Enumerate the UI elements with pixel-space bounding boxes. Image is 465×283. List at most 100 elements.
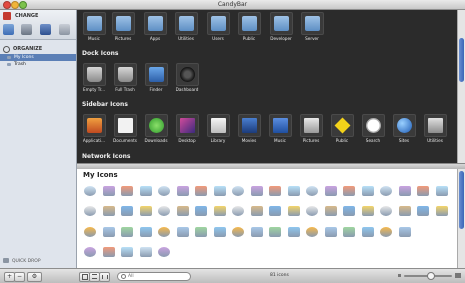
user-icon-thumbnail[interactable]: [84, 227, 96, 237]
user-icon-thumbnail[interactable]: [139, 227, 152, 237]
icon-tile-empty-trash[interactable]: [83, 63, 106, 86]
user-icon-thumbnail[interactable]: [324, 186, 337, 196]
user-icon-thumbnail[interactable]: [84, 247, 96, 257]
my-icons-scrollbar[interactable]: [457, 169, 465, 268]
user-icon-thumbnail[interactable]: [139, 247, 152, 257]
user-icon-thumbnail[interactable]: [195, 186, 207, 196]
sidebar-item-my-icons[interactable]: My Icons: [0, 54, 76, 61]
column-view-button[interactable]: [99, 272, 110, 282]
user-icon-thumbnail[interactable]: [250, 186, 263, 196]
user-icon-thumbnail[interactable]: [213, 227, 226, 237]
sidebar-item-trash[interactable]: Trash: [0, 61, 76, 68]
icon-tile-desktop[interactable]: [176, 114, 199, 137]
document-tool-icon[interactable]: [59, 24, 70, 35]
user-icon-thumbnail[interactable]: [324, 227, 337, 237]
user-icon-thumbnail[interactable]: [306, 186, 318, 196]
user-icon-thumbnail[interactable]: [195, 206, 207, 216]
icon-tile-downloads[interactable]: [145, 114, 168, 137]
user-icon-thumbnail[interactable]: [102, 247, 115, 257]
user-icon-thumbnail[interactable]: [102, 227, 115, 237]
user-icon-thumbnail[interactable]: [121, 186, 133, 196]
user-icon-thumbnail[interactable]: [121, 247, 133, 257]
user-icon-thumbnail[interactable]: [158, 206, 170, 216]
icon-tile-applications[interactable]: [83, 114, 106, 137]
icon-tile-utilities-sidebar[interactable]: [424, 114, 447, 137]
icon-tile-pictures-sidebar[interactable]: [300, 114, 323, 137]
user-icon-thumbnail[interactable]: [158, 247, 170, 257]
icon-tile-pictures[interactable]: [112, 12, 135, 35]
user-icon-thumbnail[interactable]: [232, 186, 244, 196]
user-icon-thumbnail[interactable]: [398, 206, 411, 216]
user-icon-thumbnail[interactable]: [232, 206, 244, 216]
user-icon-thumbnail[interactable]: [287, 206, 300, 216]
user-icon-thumbnail[interactable]: [121, 227, 133, 237]
dock-tool-icon[interactable]: [21, 24, 32, 35]
icon-tile-documents[interactable]: [114, 114, 137, 137]
user-icon-thumbnail[interactable]: [361, 186, 374, 196]
gear-menu-button[interactable]: ⚙: [27, 272, 42, 282]
user-icon-thumbnail[interactable]: [380, 206, 392, 216]
user-icon-thumbnail[interactable]: [176, 206, 189, 216]
user-icon-thumbnail[interactable]: [361, 227, 374, 237]
user-icon-thumbnail[interactable]: [232, 227, 244, 237]
icon-tile-developer[interactable]: [270, 12, 293, 35]
icon-tile-movies[interactable]: [238, 114, 261, 137]
quick-drop-area[interactable]: QUICK DROP: [3, 258, 41, 264]
user-icon-thumbnail[interactable]: [158, 186, 170, 196]
user-icon-thumbnail[interactable]: [324, 206, 337, 216]
user-icon-thumbnail[interactable]: [176, 186, 189, 196]
icon-tile-search[interactable]: [362, 114, 385, 137]
user-icon-thumbnail[interactable]: [250, 206, 263, 216]
icon-tile-music[interactable]: [83, 12, 106, 35]
user-icon-thumbnail[interactable]: [435, 186, 448, 196]
zoom-slider-knob[interactable]: [427, 272, 435, 280]
user-icon-thumbnail[interactable]: [121, 206, 133, 216]
user-icon-thumbnail[interactable]: [398, 227, 411, 237]
finder-window-tool-icon[interactable]: [40, 24, 51, 35]
user-icon-thumbnail[interactable]: [139, 206, 152, 216]
user-icon-thumbnail[interactable]: [287, 227, 300, 237]
user-icon-thumbnail[interactable]: [435, 206, 448, 216]
icon-tile-finder[interactable]: [145, 63, 168, 86]
user-icon-thumbnail[interactable]: [102, 186, 115, 196]
icon-tile-public-sidebar[interactable]: [331, 114, 354, 137]
user-icon-thumbnail[interactable]: [269, 186, 281, 196]
user-icon-thumbnail[interactable]: [102, 206, 115, 216]
user-icon-thumbnail[interactable]: [287, 186, 300, 196]
search-input[interactable]: All: [117, 272, 191, 281]
user-icon-thumbnail[interactable]: [269, 227, 281, 237]
user-icon-thumbnail[interactable]: [380, 227, 392, 237]
user-icon-thumbnail[interactable]: [343, 227, 355, 237]
user-icon-thumbnail[interactable]: [269, 206, 281, 216]
user-icon-thumbnail[interactable]: [213, 186, 226, 196]
icon-tile-utilities[interactable]: [175, 12, 198, 35]
user-icon-thumbnail[interactable]: [398, 186, 411, 196]
user-icon-thumbnail[interactable]: [84, 206, 96, 216]
user-icon-thumbnail[interactable]: [176, 227, 189, 237]
user-icon-thumbnail[interactable]: [343, 186, 355, 196]
user-icon-thumbnail[interactable]: [139, 186, 152, 196]
user-icon-thumbnail[interactable]: [250, 227, 263, 237]
user-icon-thumbnail[interactable]: [306, 227, 318, 237]
user-icon-thumbnail[interactable]: [213, 206, 226, 216]
browser-scrollbar[interactable]: [457, 10, 465, 163]
remove-button[interactable]: −: [14, 272, 25, 282]
user-icon-thumbnail[interactable]: [195, 227, 207, 237]
icon-tile-library[interactable]: [207, 114, 230, 137]
icon-tile-dashboard[interactable]: [176, 63, 199, 86]
icon-tile-server[interactable]: [301, 12, 324, 35]
icon-tile-music-sidebar[interactable]: [269, 114, 292, 137]
scrollbar-thumb[interactable]: [459, 38, 464, 82]
scrollbar-thumb[interactable]: [459, 171, 464, 229]
icon-tile-full-trash[interactable]: [114, 63, 137, 86]
user-icon-thumbnail[interactable]: [343, 206, 355, 216]
user-icon-thumbnail[interactable]: [417, 206, 429, 216]
user-icon-thumbnail[interactable]: [380, 186, 392, 196]
user-icon-thumbnail[interactable]: [84, 186, 96, 196]
icon-tile-users[interactable]: [207, 12, 230, 35]
user-icon-thumbnail[interactable]: [361, 206, 374, 216]
user-icon-thumbnail[interactable]: [158, 227, 170, 237]
user-icon-thumbnail[interactable]: [417, 186, 429, 196]
system-icons-tool-icon[interactable]: [3, 24, 14, 35]
icon-tile-apps[interactable]: [144, 12, 167, 35]
